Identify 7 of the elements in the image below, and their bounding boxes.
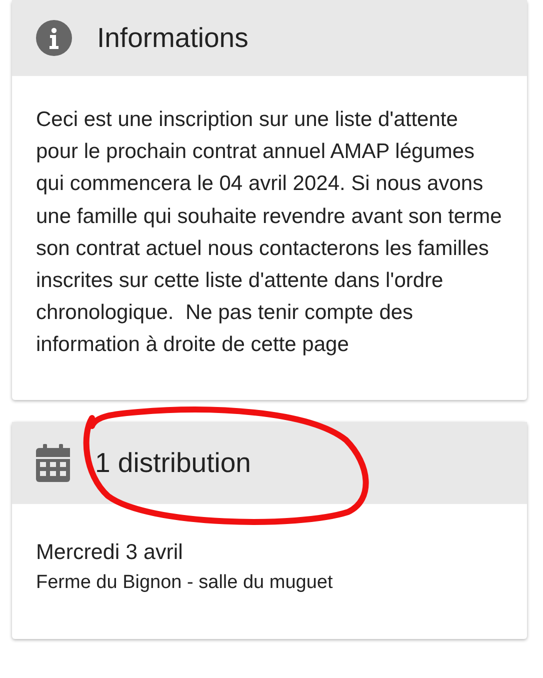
card-title: Informations bbox=[97, 22, 248, 54]
distribution-date: Mercredi 3 avril bbox=[36, 538, 184, 565]
card-title: 1 distribution bbox=[95, 446, 251, 479]
info-text: Ceci est une inscription sur une liste d'attente pour le prochain contrat annuel AMAP légumes qui commencera le 04 avril 2024. Si nous avons une famille qui souhaite revendre avant son terme son contrat actuel nous contacterons les familles inscrites sur cette liste d'attente dans l'ordre chronologique. Ne pas tenir compte des information à droite de cette page bbox=[36, 107, 503, 358]
calendar-icon bbox=[36, 444, 70, 482]
info-icon bbox=[36, 20, 72, 56]
distribution-place: Ferme du Bignon - salle du muguet bbox=[36, 570, 334, 595]
